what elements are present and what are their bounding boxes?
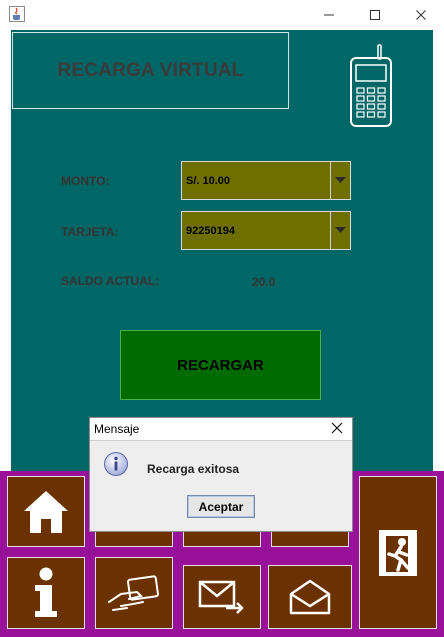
monto-label: MONTO: [61, 174, 110, 188]
exit-icon [379, 529, 417, 576]
close-icon [416, 10, 426, 20]
dialog-title: Mensaje [94, 422, 140, 436]
close-button[interactable] [398, 0, 444, 30]
monto-dropdown-button[interactable] [330, 162, 350, 199]
minimize-button[interactable] [306, 0, 352, 30]
recarga-panel: RECARGA VIRTUAL MONTO: S/. 10.00 TARJETA… [11, 30, 433, 472]
recargar-button[interactable]: RECARGAR [120, 330, 321, 400]
maximize-icon [370, 10, 380, 20]
maximize-button[interactable] [352, 0, 398, 30]
home-icon [24, 490, 68, 533]
tarjeta-label: TARJETA: [61, 225, 119, 239]
chevron-down-icon [335, 177, 346, 183]
dialog-body: Recarga exitosa Aceptar [90, 441, 352, 531]
info-button[interactable] [7, 557, 85, 629]
chevron-down-icon [335, 227, 346, 233]
aceptar-button[interactable]: Aceptar [187, 495, 255, 518]
home-button[interactable] [7, 476, 85, 547]
page-title: RECARGA VIRTUAL [57, 59, 244, 81]
card-payment-icon [108, 575, 159, 611]
send-mail-icon [198, 580, 244, 614]
monto-value: S/. 10.00 [186, 174, 231, 187]
tarjeta-dropdown-button[interactable] [330, 212, 350, 249]
info-icon [104, 452, 128, 476]
message-dialog: Mensaje Recarga exitosa Aceptar [89, 417, 353, 532]
exit-button[interactable] [359, 476, 437, 629]
tarjeta-value: 92250194 [186, 224, 235, 237]
info-icon [35, 567, 57, 617]
monto-select[interactable]: S/. 10.00 [181, 161, 351, 200]
dialog-message: Recarga exitosa [147, 462, 240, 476]
java-cup-icon [9, 6, 25, 22]
title-box: RECARGA VIRTUAL [12, 32, 289, 109]
saldo-value: 20.0 [252, 275, 276, 289]
minimize-icon [324, 14, 334, 16]
tarjeta-select[interactable]: 92250194 [181, 211, 351, 250]
card-payment-button[interactable] [95, 557, 173, 629]
mobile-phone-icon [350, 44, 392, 127]
send-mail-button[interactable] [183, 565, 261, 629]
close-icon[interactable] [330, 421, 344, 435]
window-titlebar [0, 0, 444, 30]
open-mail-icon [289, 579, 331, 615]
saldo-label: SALDO ACTUAL: [61, 274, 160, 288]
dialog-titlebar: Mensaje [90, 418, 352, 441]
open-mail-button[interactable] [268, 565, 352, 629]
